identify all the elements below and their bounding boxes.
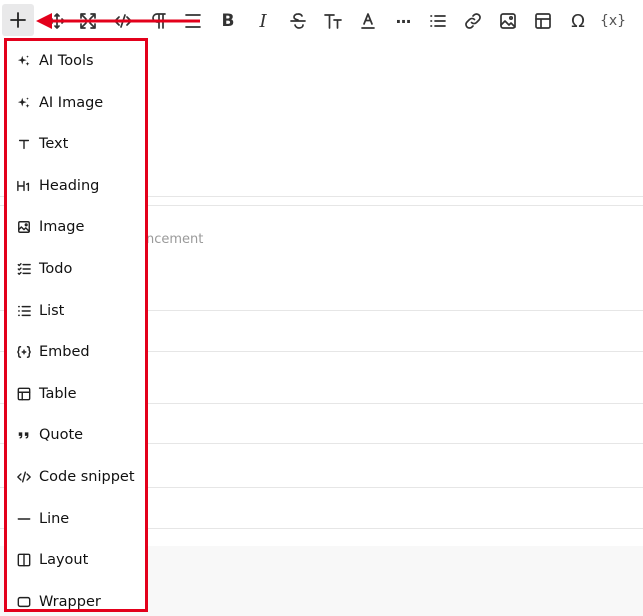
menu-item-embed[interactable]: Embed bbox=[7, 337, 145, 367]
heading-h1-icon bbox=[16, 178, 32, 194]
bullet-list-icon bbox=[16, 303, 32, 319]
omega-icon: Ω bbox=[571, 10, 585, 32]
embed-icon bbox=[16, 344, 32, 360]
bold-button[interactable]: B bbox=[215, 8, 241, 34]
line-icon bbox=[16, 511, 32, 527]
menu-item-todo[interactable]: Todo bbox=[7, 254, 145, 284]
more-button[interactable]: ··· bbox=[390, 8, 416, 34]
menu-item-list[interactable]: List bbox=[7, 296, 145, 326]
menu-item-label: Heading bbox=[39, 178, 100, 194]
italic-icon: I bbox=[259, 10, 267, 32]
menu-item-label: Image bbox=[39, 219, 85, 235]
wrapper-icon bbox=[16, 594, 32, 610]
strikethrough-icon bbox=[290, 13, 306, 29]
strikethrough-button[interactable] bbox=[285, 8, 311, 34]
plus-icon bbox=[10, 12, 26, 28]
more-icon: ··· bbox=[395, 11, 411, 31]
text-size-icon bbox=[324, 14, 342, 29]
variable-icon: {x} bbox=[599, 13, 627, 29]
quote-icon bbox=[16, 427, 32, 443]
menu-item-table[interactable]: Table bbox=[7, 379, 145, 409]
list-button[interactable] bbox=[425, 8, 451, 34]
table-button[interactable] bbox=[530, 8, 556, 34]
font-size-button[interactable] bbox=[320, 8, 346, 34]
menu-item-label: Line bbox=[39, 511, 70, 527]
menu-item-label: Wrapper bbox=[39, 594, 101, 610]
editor-placeholder-text: ncement bbox=[146, 232, 204, 247]
layout-icon bbox=[16, 552, 32, 568]
menu-item-label: Table bbox=[39, 386, 77, 402]
menu-item-layout[interactable]: Layout bbox=[7, 545, 145, 575]
link-icon bbox=[465, 13, 481, 29]
menu-item-label: AI Tools bbox=[39, 53, 94, 69]
menu-item-label: AI Image bbox=[39, 95, 104, 111]
image-button[interactable] bbox=[495, 8, 521, 34]
font-color-button[interactable] bbox=[355, 8, 381, 34]
image-icon bbox=[500, 13, 516, 29]
sparkle-icon bbox=[16, 53, 32, 69]
link-button[interactable] bbox=[460, 8, 486, 34]
menu-item-wrapper[interactable]: Wrapper bbox=[7, 587, 145, 616]
menu-item-line[interactable]: Line bbox=[7, 504, 145, 534]
special-character-button[interactable]: Ω bbox=[565, 8, 591, 34]
menu-item-heading[interactable]: Heading bbox=[7, 171, 145, 201]
annotation-arrow-icon bbox=[36, 13, 200, 29]
menu-item-label: Quote bbox=[39, 427, 84, 443]
add-block-button[interactable] bbox=[2, 4, 34, 36]
menu-item-text[interactable]: Text bbox=[7, 129, 145, 159]
menu-item-label: Embed bbox=[39, 344, 90, 360]
image-icon bbox=[16, 219, 32, 235]
font-color-icon bbox=[361, 13, 375, 29]
table-icon bbox=[535, 13, 551, 29]
menu-item-code-snippet[interactable]: Code snippet bbox=[7, 462, 145, 492]
menu-item-ai-image[interactable]: AI Image bbox=[7, 88, 145, 118]
sparkle-icon bbox=[16, 95, 32, 111]
menu-item-label: Code snippet bbox=[39, 469, 135, 485]
list-icon bbox=[430, 15, 446, 27]
menu-item-quote[interactable]: Quote bbox=[7, 420, 145, 450]
menu-item-label: List bbox=[39, 303, 65, 319]
menu-item-label: Todo bbox=[39, 261, 73, 277]
menu-item-ai-tools[interactable]: AI Tools bbox=[7, 46, 145, 76]
editor-page: B I ··· Ω {x} ncement AI Tools AI Image … bbox=[0, 0, 643, 616]
menu-item-label: Text bbox=[39, 136, 69, 152]
menu-item-image[interactable]: Image bbox=[7, 212, 145, 242]
insert-block-menu: AI Tools AI Image Text Heading Image Tod… bbox=[4, 38, 148, 612]
code-icon bbox=[16, 469, 32, 485]
bold-icon: B bbox=[221, 11, 235, 31]
todo-list-icon bbox=[16, 261, 32, 277]
variable-button[interactable]: {x} bbox=[598, 8, 628, 34]
text-t-icon bbox=[16, 136, 32, 152]
table-icon bbox=[16, 386, 32, 402]
italic-button[interactable]: I bbox=[250, 8, 276, 34]
menu-item-label: Layout bbox=[39, 552, 89, 568]
